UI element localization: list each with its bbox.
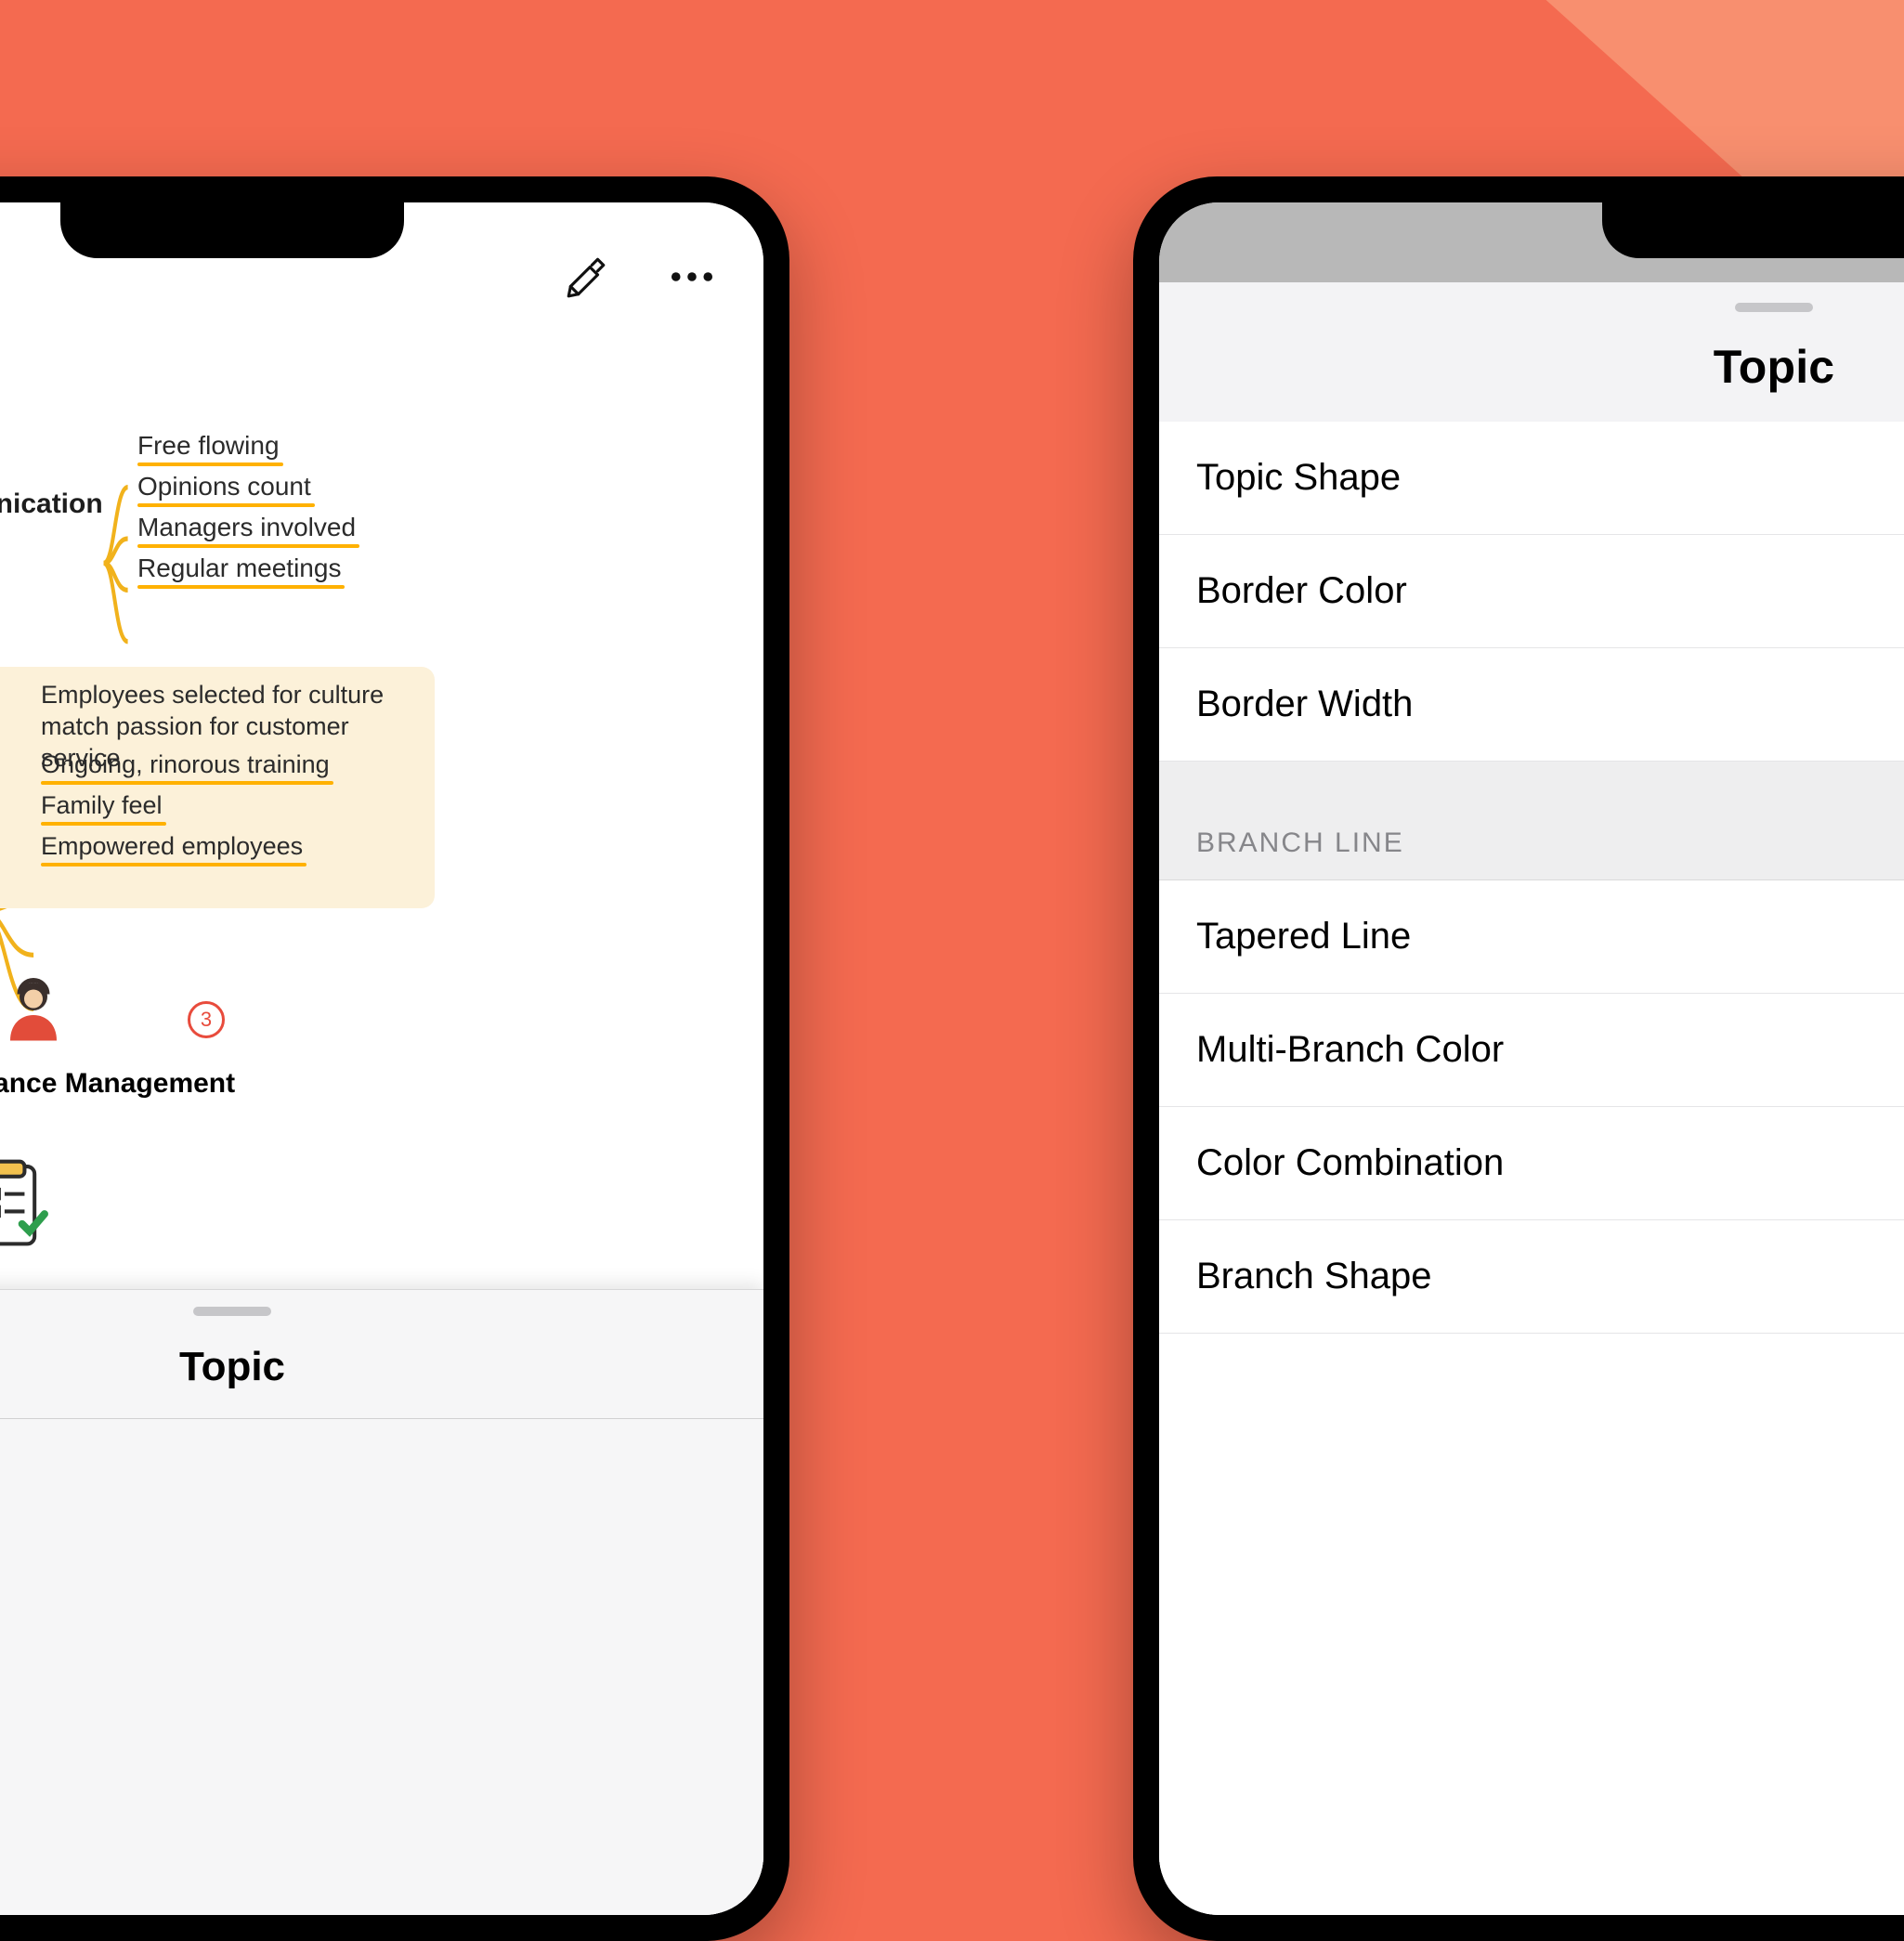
sheet-grabber[interactable] xyxy=(193,1307,271,1316)
sub-communication-3[interactable]: Regular meetings xyxy=(137,554,341,583)
phone-right-screen: Topic Topic Shape Border Color Border Wi… xyxy=(1159,202,1904,1915)
row-label: Tapered Line xyxy=(1196,916,1411,957)
notch xyxy=(1602,202,1904,258)
section-label: Branch Line xyxy=(1196,827,1404,859)
bottom-sheet-right[interactable]: Topic Topic Shape Border Color Border Wi… xyxy=(1159,282,1904,1915)
sheet-right-title: Topic xyxy=(1159,340,1904,394)
topic-communication[interactable]: Communication xyxy=(0,489,103,520)
bottom-sheet-left[interactable]: Topic xyxy=(0,1289,763,1915)
sub-culture-3[interactable]: Empowered employees xyxy=(41,832,303,861)
collapse-count-badge[interactable]: 3 xyxy=(188,1001,225,1038)
row-border-color[interactable]: Border Color xyxy=(1159,535,1904,648)
row-topic-shape[interactable]: Topic Shape xyxy=(1159,422,1904,535)
topic-performance[interactable]: Performance Management xyxy=(0,1068,235,1100)
row-multi-branch-color[interactable]: Multi-Branch Color xyxy=(1159,994,1904,1107)
row-branch-shape[interactable]: Branch Shape xyxy=(1159,1220,1904,1334)
sub-culture-1[interactable]: Ongoing, rinorous training xyxy=(41,750,330,779)
phone-left-screen: Communication Free flowing Opinions coun… xyxy=(0,202,763,1915)
sub-culture-2[interactable]: Family feel xyxy=(41,791,163,820)
phone-left: Communication Free flowing Opinions coun… xyxy=(0,176,789,1941)
sub-communication-0[interactable]: Free flowing xyxy=(137,431,280,461)
row-label: Topic Shape xyxy=(1196,457,1401,499)
row-label: Border Width xyxy=(1196,684,1413,725)
notch xyxy=(60,202,404,258)
sheet-left-title: Topic xyxy=(0,1344,763,1390)
row-label: Branch Shape xyxy=(1196,1256,1432,1297)
sub-communication-2[interactable]: Managers involved xyxy=(137,513,356,542)
row-label: Multi-Branch Color xyxy=(1196,1029,1504,1071)
phone-right: Topic Topic Shape Border Color Border Wi… xyxy=(1133,176,1904,1941)
row-border-width[interactable]: Border Width 0 pt − xyxy=(1159,648,1904,762)
mindmap-canvas[interactable]: Communication Free flowing Opinions coun… xyxy=(0,323,763,1915)
row-color-combination[interactable]: Color Combination xyxy=(1159,1107,1904,1220)
avatar-icon xyxy=(0,973,71,1048)
row-label: Border Color xyxy=(1196,570,1407,612)
topic-culture-card[interactable]: Culture Employees selected for culture m… xyxy=(0,667,435,908)
sheet-divider xyxy=(0,1418,763,1419)
row-label: Color Combination xyxy=(1196,1142,1504,1184)
section-branch-line: Branch Line xyxy=(1159,762,1904,880)
row-tapered-line[interactable]: Tapered Line xyxy=(1159,880,1904,994)
sub-communication-1[interactable]: Opinions count xyxy=(137,472,311,502)
settings-rows: Topic Shape Border Color Border Width 0 … xyxy=(1159,422,1904,1915)
checklist-icon xyxy=(0,1159,52,1252)
format-brush-icon[interactable] xyxy=(554,244,619,309)
more-icon[interactable] xyxy=(659,244,724,309)
sheet-grabber[interactable] xyxy=(1735,303,1813,312)
